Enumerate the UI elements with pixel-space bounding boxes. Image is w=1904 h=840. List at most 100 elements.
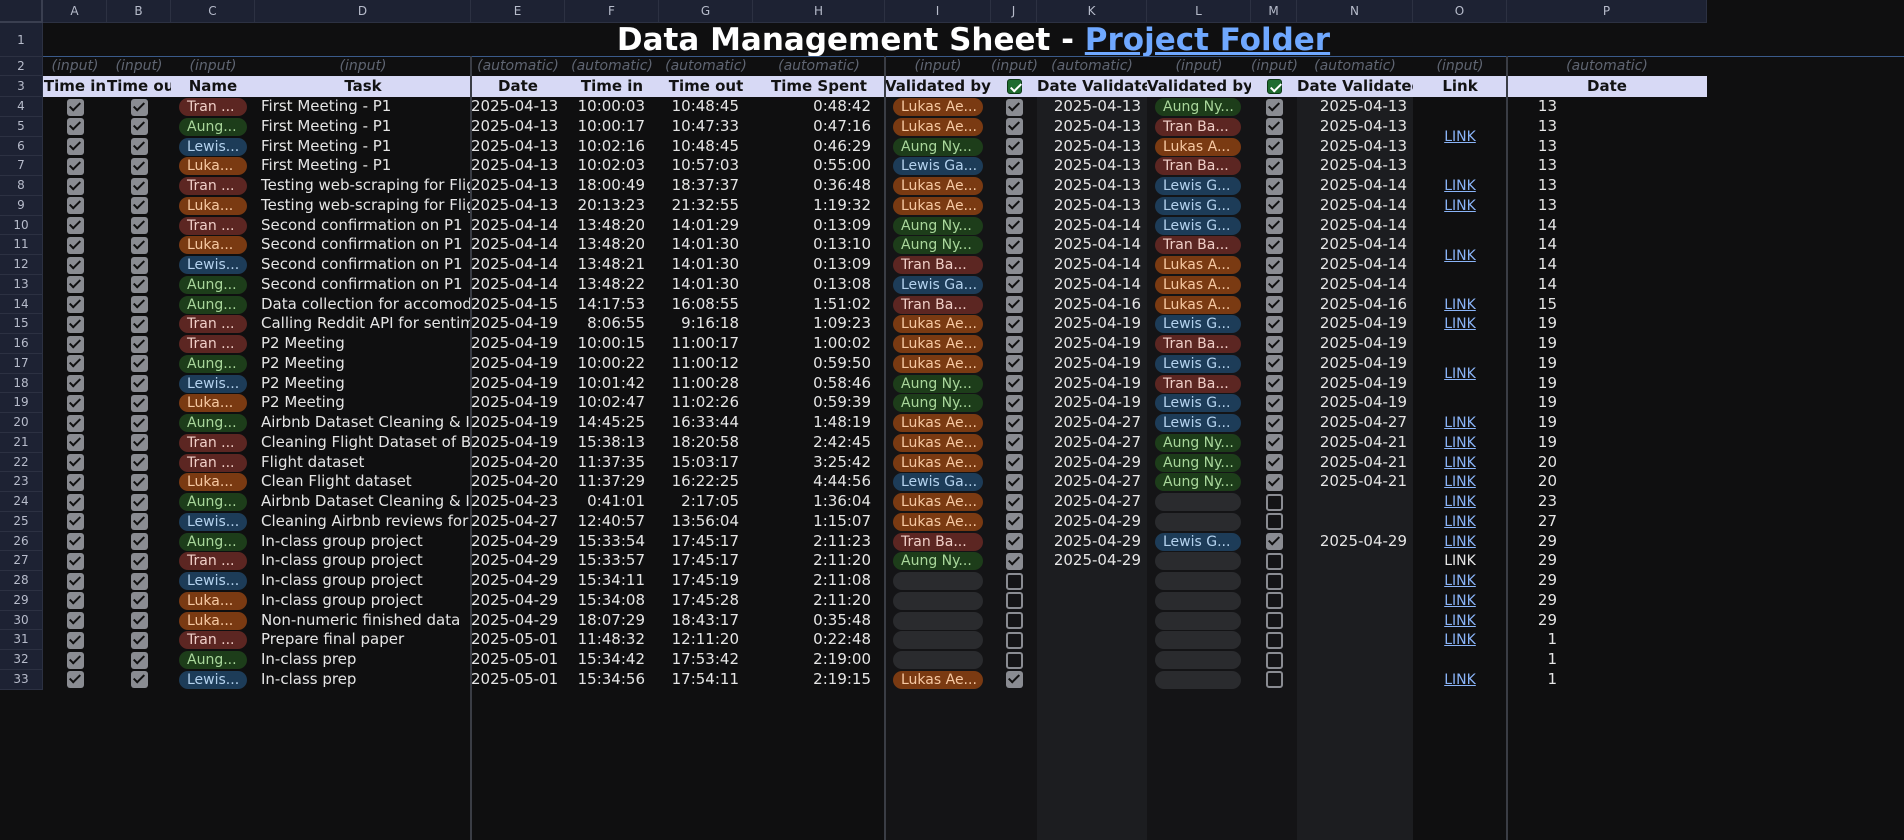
date-validated-1-cell[interactable]: 2025-04-19 xyxy=(1037,314,1147,334)
date-validated-1-cell[interactable] xyxy=(1037,571,1147,591)
checkbox-b[interactable] xyxy=(130,177,148,195)
column-header-c[interactable]: C xyxy=(171,0,255,23)
task-cell[interactable]: Airbnb Dataset Cleaning & Integrat xyxy=(255,492,471,512)
date-validated-2-cell[interactable]: 2025-04-19 xyxy=(1297,314,1413,334)
date-validated-1-cell[interactable]: 2025-04-13 xyxy=(1037,156,1147,176)
date-validated-2-cell[interactable] xyxy=(1297,591,1413,611)
date-day-cell[interactable]: 19 xyxy=(1507,433,1557,453)
tin-cell[interactable]: 11:37:29 xyxy=(565,472,659,492)
date-cell[interactable]: 2025-04-13 xyxy=(471,156,565,176)
task-cell[interactable]: Second confirmation on P1 xyxy=(255,216,471,236)
date-day-cell[interactable]: 15 xyxy=(1507,295,1557,315)
tin-cell[interactable]: 15:33:57 xyxy=(565,551,659,571)
link-cell[interactable]: LINK xyxy=(1413,611,1507,631)
date-cell[interactable]: 2025-04-14 xyxy=(471,275,565,295)
date-validated-1-cell[interactable] xyxy=(1037,611,1147,631)
validated-by-2-chip[interactable]: Lewis G... xyxy=(1155,532,1241,551)
row-header-15[interactable]: 15 xyxy=(0,314,43,334)
checkbox-b[interactable] xyxy=(130,355,148,373)
name-chip[interactable]: Tran ... xyxy=(179,433,247,452)
link-cell[interactable]: LINK xyxy=(1413,196,1507,216)
date-validated-2-cell[interactable]: 2025-04-19 xyxy=(1297,374,1413,394)
date-cell[interactable]: 2025-04-29 xyxy=(471,571,565,591)
merged-link-cell[interactable]: LINK xyxy=(1413,216,1507,295)
tout-cell[interactable]: 17:45:17 xyxy=(659,532,753,552)
row-header-31[interactable]: 31 xyxy=(0,630,43,650)
spent-cell[interactable]: 0:13:10 xyxy=(753,235,885,255)
link[interactable]: LINK xyxy=(1444,613,1476,629)
name-chip[interactable]: Luka... xyxy=(179,591,247,610)
validated-by-2-chip[interactable]: Lewis G... xyxy=(1155,177,1241,195)
validated-by-2-chip[interactable]: Lukas A... xyxy=(1155,137,1241,156)
name-chip[interactable]: Lewis... xyxy=(179,374,247,393)
name-chip[interactable]: Aung... xyxy=(179,295,247,314)
validated-by-2-chip[interactable]: Lewis G... xyxy=(1155,196,1241,215)
checkbox-j[interactable] xyxy=(1005,414,1023,432)
validated-by-2-chip[interactable]: Lukas A... xyxy=(1155,275,1241,294)
date-cell[interactable]: 2025-04-19 xyxy=(471,393,565,413)
validated-by-1-chip[interactable]: Lukas Ae... xyxy=(893,196,983,215)
checkbox-b[interactable] xyxy=(130,138,148,155)
task-cell[interactable]: Second confirmation on P1 xyxy=(255,235,471,255)
date-validated-1-cell[interactable]: 2025-04-19 xyxy=(1037,374,1147,394)
checkbox-a[interactable] xyxy=(66,138,84,155)
date-validated-2-cell[interactable]: 2025-04-14 xyxy=(1297,216,1413,236)
tout-cell[interactable]: 17:53:42 xyxy=(659,650,753,670)
row-header-3[interactable]: 3 xyxy=(0,76,43,97)
date-cell[interactable]: 2025-04-13 xyxy=(471,97,565,117)
validated-by-1-chip[interactable]: Tran Ba... xyxy=(893,295,983,314)
checkbox-a[interactable] xyxy=(66,118,84,136)
link[interactable]: LINK xyxy=(1444,316,1476,332)
checkbox-m[interactable] xyxy=(1265,98,1283,116)
date-validated-1-cell[interactable]: 2025-04-29 xyxy=(1037,551,1147,571)
tout-cell[interactable]: 10:48:45 xyxy=(659,137,753,157)
checkbox-a[interactable] xyxy=(66,651,84,669)
column-header-l[interactable]: L xyxy=(1147,0,1251,23)
date-validated-2-cell[interactable]: 2025-04-19 xyxy=(1297,334,1413,354)
tout-cell[interactable]: 15:03:17 xyxy=(659,453,753,473)
tout-cell[interactable]: 13:56:04 xyxy=(659,512,753,532)
spent-cell[interactable]: 0:22:48 xyxy=(753,630,885,650)
checkbox-a[interactable] xyxy=(66,157,84,175)
validated-by-2-chip[interactable] xyxy=(1155,670,1241,689)
tin-cell[interactable]: 20:13:23 xyxy=(565,196,659,216)
link[interactable]: LINK xyxy=(1444,494,1476,510)
link-cell[interactable]: LINK xyxy=(1413,295,1507,315)
checkbox-j[interactable] xyxy=(1005,434,1023,452)
row-header-1[interactable]: 1 xyxy=(0,23,43,57)
task-cell[interactable]: First Meeting - P1 xyxy=(255,97,471,117)
checkbox-m[interactable] xyxy=(1265,236,1283,254)
validated-by-2-chip[interactable] xyxy=(1155,493,1241,511)
checkbox-m[interactable] xyxy=(1265,513,1283,531)
checkbox-b[interactable] xyxy=(130,217,148,234)
date-day-cell[interactable]: 13 xyxy=(1507,117,1557,137)
checkbox-j[interactable] xyxy=(1005,315,1023,333)
validated-by-1-chip[interactable]: Lewis Ga... xyxy=(893,157,983,176)
column-header-f[interactable]: F xyxy=(565,0,659,23)
checkbox-m[interactable] xyxy=(1265,454,1283,471)
date-validated-1-cell[interactable]: 2025-04-16 xyxy=(1037,295,1147,315)
validated-by-2-chip[interactable]: Tran Ba... xyxy=(1155,236,1241,255)
tin-cell[interactable]: 15:34:08 xyxy=(565,591,659,611)
checkbox-j[interactable] xyxy=(1005,355,1023,373)
row-header-14[interactable]: 14 xyxy=(0,294,43,315)
date-cell[interactable]: 2025-04-23 xyxy=(471,492,565,512)
link-cell[interactable]: LINK xyxy=(1413,591,1507,611)
validated-by-1-chip[interactable]: Aung Ny... xyxy=(893,394,983,413)
tout-cell[interactable]: 11:00:17 xyxy=(659,334,753,354)
date-cell[interactable]: 2025-04-29 xyxy=(471,591,565,611)
tin-cell[interactable]: 15:33:54 xyxy=(565,532,659,552)
spent-cell[interactable]: 0:36:48 xyxy=(753,176,885,196)
checkbox-b[interactable] xyxy=(130,98,148,116)
checkbox-a[interactable] xyxy=(66,335,84,353)
validated-by-1-chip[interactable]: Tran Ba... xyxy=(893,532,983,551)
date-validated-1-cell[interactable]: 2025-04-27 xyxy=(1037,472,1147,492)
date-validated-1-cell[interactable] xyxy=(1037,670,1147,690)
tin-cell[interactable]: 0:41:01 xyxy=(565,492,659,512)
task-cell[interactable]: In-class prep xyxy=(255,650,471,670)
checkbox-a[interactable] xyxy=(66,552,84,570)
tout-cell[interactable]: 18:20:58 xyxy=(659,433,753,453)
validated-by-1-chip[interactable]: Lukas Ae... xyxy=(893,98,983,116)
date-validated-2-cell[interactable]: 2025-04-29 xyxy=(1297,532,1413,552)
date-day-cell[interactable]: 29 xyxy=(1507,571,1557,591)
